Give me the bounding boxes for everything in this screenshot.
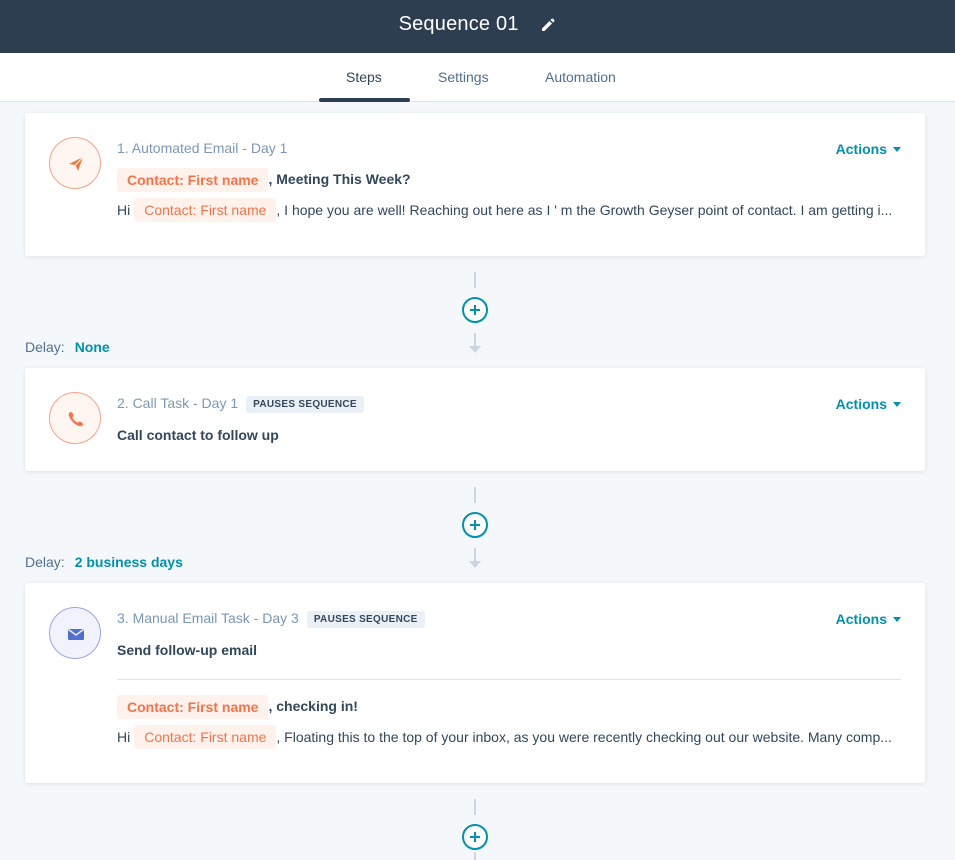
- arrow-down-icon: [469, 561, 481, 568]
- envelope-icon: [68, 628, 84, 640]
- step-card-3: 3. Manual Email Task - Day 3 PAUSES SEQUE…: [25, 583, 925, 783]
- actions-label: Actions: [835, 396, 887, 412]
- actions-dropdown[interactable]: Actions: [836, 611, 901, 627]
- connector-line: [474, 548, 476, 562]
- tab-settings[interactable]: Settings: [438, 69, 489, 85]
- step-card-1: 1. Automated Email - Day 1 Actions Conta…: [25, 113, 925, 256]
- delay-label: Delay:: [25, 554, 65, 570]
- delay-row: Delay: None: [25, 339, 110, 355]
- step-icon-wrap: [49, 607, 101, 659]
- pencil-icon[interactable]: [540, 17, 556, 33]
- step-title: 2. Call Task - Day 1: [117, 395, 239, 411]
- phone-icon: [68, 412, 83, 427]
- caret-down-icon: [893, 147, 901, 152]
- subject-text: , checking in!: [268, 698, 358, 714]
- step-card-2: 2. Call Task - Day 1 PAUSES SEQUENCE Acti…: [25, 368, 925, 471]
- active-tab-indicator: [319, 98, 410, 102]
- actions-label: Actions: [835, 611, 887, 627]
- paper-plane-icon: [69, 156, 84, 171]
- actions-dropdown[interactable]: Actions: [836, 396, 901, 412]
- body-text: , Floating this to the top of your inbox…: [276, 729, 892, 745]
- task-description: Send follow-up email: [117, 642, 258, 658]
- caret-down-icon: [893, 402, 901, 407]
- step-title-row: 2. Call Task - Day 1 PAUSES SEQUENCE: [117, 395, 364, 413]
- caret-down-icon: [893, 617, 901, 622]
- pauses-sequence-badge: PAUSES SEQUENCE: [306, 611, 425, 628]
- step-icon-wrap: [49, 137, 101, 189]
- step-icon-wrap: [49, 392, 101, 444]
- personalization-token[interactable]: Contact: First name: [134, 725, 277, 749]
- pauses-sequence-badge: PAUSES SEQUENCE: [246, 396, 364, 413]
- greeting-text: Hi: [117, 729, 131, 745]
- add-step-button[interactable]: [462, 297, 488, 323]
- tab-bar: Steps Settings Automation: [0, 53, 955, 102]
- task-description: Call contact to follow up: [117, 427, 279, 443]
- email-subject: Contact: First name, Meeting This Week?: [117, 168, 411, 192]
- connector-line: [474, 852, 476, 860]
- email-subject: Contact: First name, checking in!: [117, 695, 358, 719]
- step-title: 1. Automated Email - Day 1: [117, 140, 288, 156]
- connector-line: [474, 487, 476, 503]
- add-step-button[interactable]: [462, 512, 488, 538]
- arrow-down-icon: [469, 346, 481, 353]
- personalization-token[interactable]: Contact: First name: [134, 198, 277, 222]
- tab-automation[interactable]: Automation: [545, 69, 616, 85]
- step-title: 3. Manual Email Task - Day 3: [117, 610, 299, 626]
- personalization-token[interactable]: Contact: First name: [117, 168, 269, 192]
- sequence-title-wrap: Sequence 01: [0, 13, 955, 36]
- actions-label: Actions: [835, 141, 887, 157]
- personalization-token[interactable]: Contact: First name: [117, 695, 269, 719]
- connector-line: [474, 799, 476, 815]
- greeting-text: Hi: [117, 202, 131, 218]
- email-body-preview: Hi Contact: First name, Floating this to …: [117, 725, 897, 749]
- delay-row: Delay: 2 business days: [25, 554, 183, 570]
- sequence-title[interactable]: Sequence 01: [399, 13, 519, 36]
- step-title-row: 3. Manual Email Task - Day 3 PAUSES SEQUE…: [117, 610, 425, 628]
- divider: [117, 679, 901, 680]
- delay-value[interactable]: 2 business days: [75, 554, 183, 570]
- sequence-header: Sequence 01: [0, 0, 955, 53]
- connector-line: [474, 333, 476, 347]
- actions-dropdown[interactable]: Actions: [836, 141, 901, 157]
- email-body-preview: Hi Contact: First name, I hope you are we…: [117, 198, 897, 222]
- connector-line: [474, 272, 476, 288]
- delay-value[interactable]: None: [75, 339, 110, 355]
- delay-label: Delay:: [25, 339, 65, 355]
- subject-text: , Meeting This Week?: [268, 171, 411, 187]
- add-step-button[interactable]: [462, 824, 488, 850]
- tab-steps[interactable]: Steps: [346, 69, 382, 85]
- body-text: , I hope you are well! Reaching out here…: [276, 202, 893, 218]
